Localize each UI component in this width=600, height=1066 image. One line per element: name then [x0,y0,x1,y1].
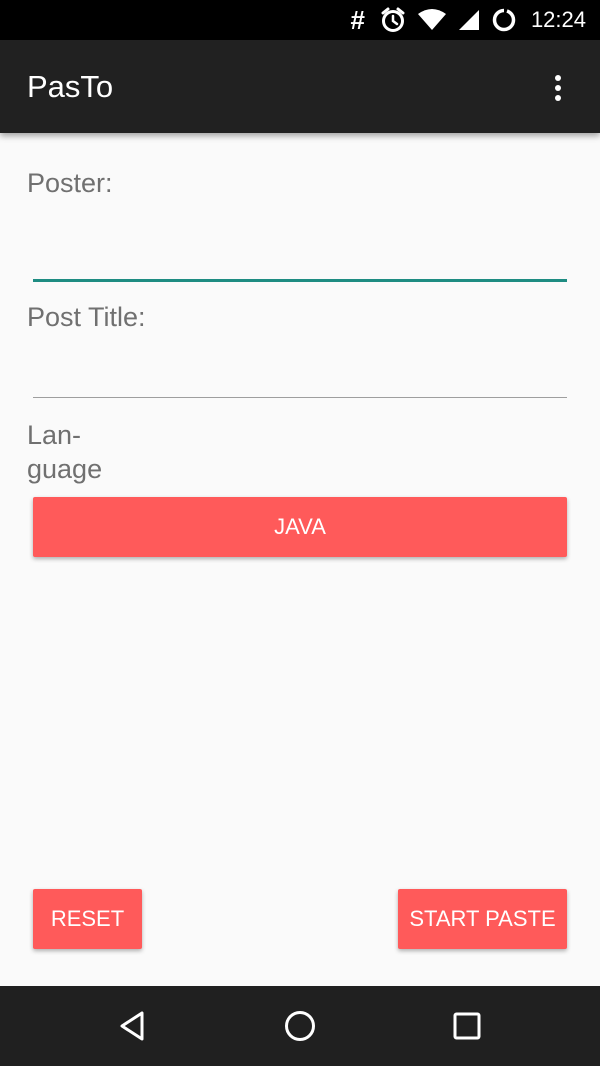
menu-dot [555,95,561,101]
status-icons: # 12:24 [350,0,586,40]
start-paste-button[interactable]: START PASTE [398,889,567,949]
status-bar: # 12:24 [0,0,600,40]
post-title-input-underline [33,397,567,398]
menu-dot [555,85,561,91]
overflow-menu-icon[interactable] [538,68,578,108]
home-icon[interactable] [280,1006,320,1046]
language-label: Lan- guage [27,418,117,486]
language-label-line: guage [27,454,103,484]
sim-status-symbol: # [350,5,365,35]
signal-icon [457,8,481,32]
back-icon[interactable] [113,1006,153,1046]
wifi-icon [417,8,447,32]
sync-icon [491,7,517,33]
poster-label: Poster: [27,168,113,198]
app-bar: PasTo [0,40,600,133]
alarm-icon [379,6,407,34]
menu-dot [555,75,561,81]
language-select-button[interactable]: JAVA [33,497,567,557]
poster-input[interactable] [33,236,567,276]
status-time: 12:24 [530,7,586,32]
recents-icon[interactable] [447,1006,487,1046]
poster-input-underline [33,279,567,282]
navigation-bar [0,986,600,1066]
post-title-label: Post Title: [27,302,146,332]
post-title-input[interactable] [33,354,567,394]
language-label-line: Lan- [27,420,82,450]
reset-button[interactable]: RESET [33,889,142,949]
app-title: PasTo [27,69,114,104]
